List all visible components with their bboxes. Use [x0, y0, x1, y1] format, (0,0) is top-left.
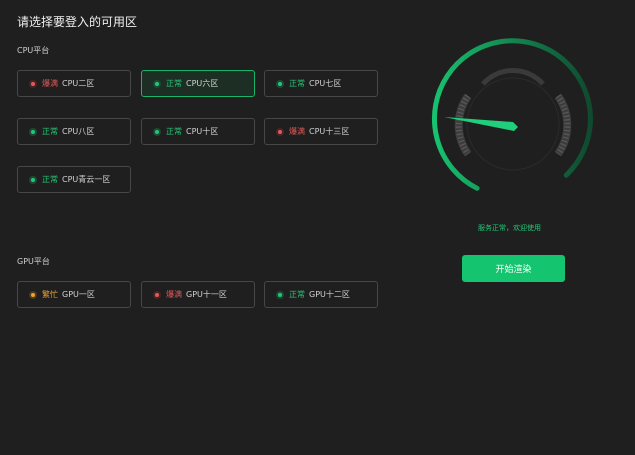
zone-status: 正常 [42, 175, 58, 184]
zone-status: 正常 [289, 79, 305, 88]
zone-cpu-13[interactable]: 爆满 CPU十三区 [264, 118, 378, 145]
status-dot-icon [276, 290, 284, 299]
zone-status: 繁忙 [42, 290, 58, 299]
zone-name: CPU十区 [186, 127, 219, 136]
zone-status: 爆满 [289, 127, 305, 136]
zone-name: GPU十一区 [186, 290, 227, 299]
zone-cpu-8[interactable]: 正常 CPU八区 [17, 118, 131, 145]
status-dot-icon [276, 127, 284, 136]
cpu-platform-label: CPU平台 [17, 46, 50, 55]
zone-status: 正常 [42, 127, 58, 136]
status-dot-icon [29, 127, 37, 136]
zone-cpu-2[interactable]: 爆满 CPU二区 [17, 70, 131, 97]
zone-status: 正常 [166, 127, 182, 136]
zone-name: CPU八区 [62, 127, 95, 136]
zone-gpu-1[interactable]: 繁忙 GPU一区 [17, 281, 131, 308]
zone-name: CPU六区 [186, 79, 219, 88]
status-dot-icon [153, 127, 161, 136]
zone-cpu-6[interactable]: 正常 CPU六区 [141, 70, 255, 97]
zone-name: GPU一区 [62, 290, 95, 299]
status-dot-icon [29, 175, 37, 184]
zone-name: CPU七区 [309, 79, 342, 88]
zone-status: 正常 [166, 79, 182, 88]
zone-cpu-qingyun-1[interactable]: 正常 CPU青云一区 [17, 166, 131, 193]
zone-name: CPU青云一区 [62, 175, 111, 184]
zone-gpu-11[interactable]: 爆满 GPU十一区 [141, 281, 255, 308]
zone-cpu-10[interactable]: 正常 CPU十区 [141, 118, 255, 145]
zone-status: 爆满 [42, 79, 58, 88]
status-dot-icon [153, 290, 161, 299]
status-dot-icon [29, 79, 37, 88]
zone-gpu-12[interactable]: 正常 GPU十二区 [264, 281, 378, 308]
speedometer-icon [431, 38, 593, 191]
page-title: 请选择要登入的可用区 [17, 15, 138, 29]
status-dot-icon [276, 79, 284, 88]
start-render-button[interactable]: 开始渲染 [462, 255, 565, 282]
gpu-platform-label: GPU平台 [17, 257, 50, 266]
zone-name: CPU二区 [62, 79, 95, 88]
zone-status: 正常 [289, 290, 305, 299]
service-status-message: 服务正常，欢迎使用 [478, 224, 541, 232]
status-dot-icon [153, 79, 161, 88]
zone-name: CPU十三区 [309, 127, 350, 136]
zone-name: GPU十二区 [309, 290, 350, 299]
zone-status: 爆满 [166, 290, 182, 299]
gauge-top-band [481, 68, 545, 86]
status-dot-icon [29, 290, 37, 299]
zone-cpu-7[interactable]: 正常 CPU七区 [264, 70, 378, 97]
